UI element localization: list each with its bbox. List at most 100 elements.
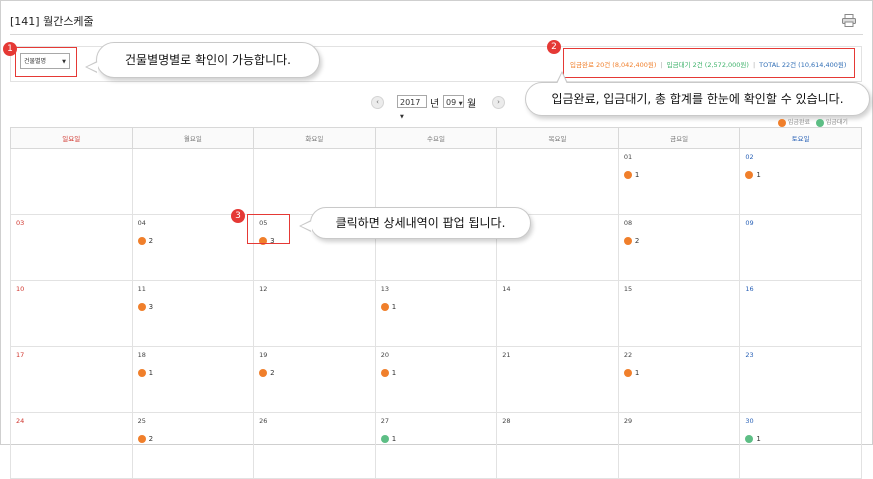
day-number: 03 bbox=[16, 219, 25, 227]
completed-status-dot bbox=[623, 237, 632, 245]
completed-status-dot bbox=[137, 303, 146, 311]
event-count: 1 bbox=[756, 171, 761, 179]
day-number: 16 bbox=[745, 285, 754, 293]
pending-status-dot bbox=[745, 435, 754, 443]
weekday-header: 일요일 bbox=[10, 127, 133, 149]
pending-status-dot bbox=[380, 435, 389, 443]
chevron-down-icon: ▼ bbox=[62, 59, 66, 65]
weekday-header: 수요일 bbox=[374, 127, 498, 149]
day-number: 24 bbox=[16, 417, 25, 425]
day-event-count[interactable]: 1 bbox=[137, 369, 249, 377]
day-number: 22 bbox=[623, 351, 633, 359]
day-event-count[interactable]: 1 bbox=[623, 369, 735, 377]
day-event-count[interactable]: 1 bbox=[745, 171, 856, 179]
calendar-day-cell: 24 bbox=[10, 412, 133, 479]
legend-pending-dot bbox=[815, 118, 824, 127]
callout-summary-tip: 입금완료, 입금대기, 총 합계를 한눈에 확인할 수 있습니다. bbox=[525, 71, 870, 116]
day-number: 17 bbox=[16, 351, 25, 359]
calendar-day-cell: 11 3 bbox=[131, 280, 255, 347]
highlight-box-event bbox=[247, 214, 290, 244]
month-unit-label: 월 bbox=[467, 99, 477, 110]
completed-status-dot bbox=[380, 303, 389, 311]
calendar-day-cell bbox=[131, 148, 255, 215]
day-number: 12 bbox=[259, 285, 268, 293]
event-count: 1 bbox=[391, 303, 397, 311]
title-divider bbox=[10, 34, 863, 35]
calendar-day-cell: 17 bbox=[10, 346, 133, 413]
year-unit-label: 년 bbox=[430, 99, 440, 110]
day-number: 08 bbox=[623, 219, 633, 227]
day-event-count[interactable]: 1 bbox=[380, 435, 492, 443]
day-event-count[interactable]: 2 bbox=[137, 435, 249, 443]
calendar-day-cell: 16 bbox=[739, 280, 862, 347]
calendar-week-row: 01 1 02 1 bbox=[10, 148, 862, 215]
calendar-day-cell: 20 1 bbox=[374, 346, 498, 413]
day-number: 14 bbox=[502, 285, 511, 293]
callout-event-tip: 클릭하면 상세내역이 팝업 됩니다. bbox=[299, 207, 531, 239]
calendar-day-cell: 02 1 bbox=[739, 148, 862, 215]
legend: 입금완료 입금대기 bbox=[778, 117, 848, 127]
day-number: 26 bbox=[259, 417, 268, 425]
day-number: 09 bbox=[745, 219, 754, 227]
year-select[interactable]: 2017 ▼ bbox=[397, 95, 427, 120]
calendar-day-cell: 28 bbox=[496, 412, 619, 479]
event-count: 1 bbox=[391, 435, 397, 443]
day-event-count[interactable]: 1 bbox=[745, 435, 856, 443]
completed-status-dot bbox=[137, 435, 146, 443]
day-number: 27 bbox=[380, 417, 389, 425]
next-month-button[interactable]: › bbox=[492, 96, 505, 109]
month-select[interactable]: 09 ▼ bbox=[443, 95, 464, 108]
completed-status-dot bbox=[259, 369, 268, 377]
printer-icon[interactable] bbox=[842, 14, 856, 27]
building-filter-select[interactable]: 건물별명 ▼ bbox=[20, 53, 70, 69]
day-event-count[interactable]: 1 bbox=[380, 303, 492, 311]
calendar-day-cell: 14 bbox=[496, 280, 619, 347]
calendar-day-cell: 23 bbox=[739, 346, 862, 413]
calendar-day-cell: 19 2 bbox=[253, 346, 376, 413]
calendar-day-cell: 29 bbox=[617, 412, 741, 479]
day-number: 11 bbox=[137, 285, 146, 293]
calendar-day-cell: 18 1 bbox=[131, 346, 255, 413]
callout-filter-tip: 건물별명별로 확인이 가능합니다. bbox=[85, 42, 320, 78]
calendar-day-cell bbox=[374, 148, 498, 215]
monthly-calendar: 일요일월요일화요일수요일목요일금요일토요일 011021030420530607… bbox=[10, 127, 862, 479]
weekday-header: 토요일 bbox=[739, 127, 862, 149]
day-number: 18 bbox=[137, 351, 146, 359]
prev-month-button[interactable]: ‹ bbox=[371, 96, 384, 109]
calendar-day-cell: 22 1 bbox=[617, 346, 741, 413]
weekday-header: 금요일 bbox=[617, 127, 741, 149]
summary-separator: | bbox=[660, 61, 663, 69]
calendar-day-cell: 13 1 bbox=[374, 280, 498, 347]
calendar-day-cell: 26 bbox=[253, 412, 376, 479]
legend-completed-dot bbox=[778, 118, 786, 127]
event-count: 1 bbox=[756, 435, 761, 443]
day-event-count[interactable]: 3 bbox=[137, 303, 249, 311]
marker-badge-2: 2 bbox=[547, 40, 561, 54]
day-event-count[interactable]: 2 bbox=[259, 369, 370, 377]
year-value: 2017 bbox=[400, 98, 421, 107]
day-number: 13 bbox=[380, 285, 389, 293]
summary-total: TOTAL 22건 (10,614,400원) bbox=[759, 61, 847, 69]
day-event-count[interactable]: 2 bbox=[137, 237, 249, 245]
day-number: 23 bbox=[745, 351, 754, 359]
month-value: 09 bbox=[446, 98, 457, 107]
weekday-header: 목요일 bbox=[496, 127, 619, 149]
marker-badge-1: 1 bbox=[3, 42, 17, 56]
day-number: 29 bbox=[623, 417, 633, 425]
event-count: 2 bbox=[634, 237, 640, 245]
event-count: 2 bbox=[148, 435, 154, 443]
day-event-count[interactable]: 1 bbox=[380, 369, 492, 377]
summary-completed: 입금완료 20건 (8,042,400원) bbox=[570, 61, 657, 69]
day-number: 21 bbox=[502, 351, 511, 359]
day-number: 10 bbox=[16, 285, 25, 293]
day-number: 01 bbox=[623, 153, 633, 161]
day-event-count[interactable]: 1 bbox=[623, 171, 735, 179]
event-count: 3 bbox=[148, 303, 154, 311]
day-event-count[interactable]: 2 bbox=[623, 237, 735, 245]
calendar-day-cell: 08 2 bbox=[617, 214, 741, 281]
calendar-week-row: 17 18 1 19 2 20 1 21 22 1 23 bbox=[10, 346, 862, 413]
calendar-day-cell: 27 1 bbox=[374, 412, 498, 479]
event-count: 2 bbox=[148, 237, 154, 245]
calendar-day-cell: 09 bbox=[739, 214, 862, 281]
completed-status-dot bbox=[623, 369, 632, 377]
